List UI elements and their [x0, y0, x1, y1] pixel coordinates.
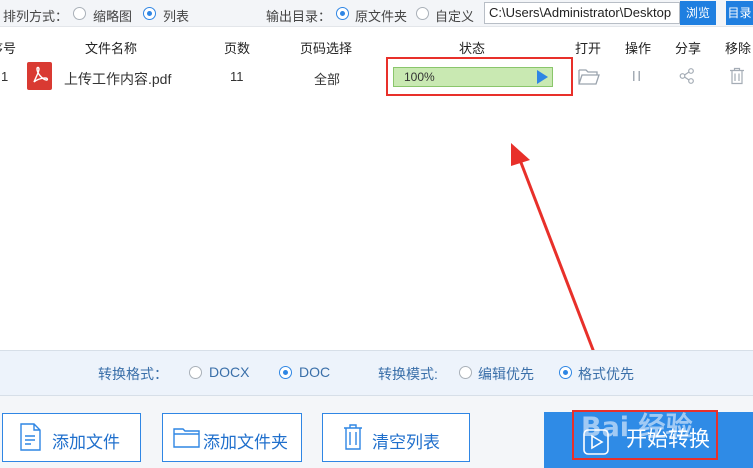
add-file-button[interactable]: 添加文件 — [2, 413, 141, 462]
doc-radio[interactable] — [279, 366, 292, 379]
clear-list-label: 清空列表 — [372, 433, 440, 452]
mode-label: 转换模式: — [378, 366, 438, 382]
clear-list-button[interactable]: 清空列表 — [322, 413, 470, 462]
add-folder-button[interactable]: 添加文件夹 — [162, 413, 302, 462]
docx-radio[interactable] — [189, 366, 202, 379]
edit-first-radio[interactable] — [459, 366, 472, 379]
add-folder-icon — [173, 428, 200, 448]
format-first-label[interactable]: 格式优先 — [578, 364, 634, 384]
docx-label[interactable]: DOCX — [209, 364, 249, 380]
add-file-label: 添加文件 — [52, 433, 120, 452]
clear-list-icon — [344, 424, 362, 450]
add-folder-label: 添加文件夹 — [203, 433, 288, 452]
edit-first-label[interactable]: 编辑优先 — [478, 364, 534, 384]
format-first-radio[interactable] — [559, 366, 572, 379]
add-file-icon — [20, 423, 41, 451]
start-highlight-frame — [572, 410, 718, 460]
format-label: 转换格式： — [98, 366, 168, 382]
doc-label[interactable]: DOC — [299, 364, 330, 380]
